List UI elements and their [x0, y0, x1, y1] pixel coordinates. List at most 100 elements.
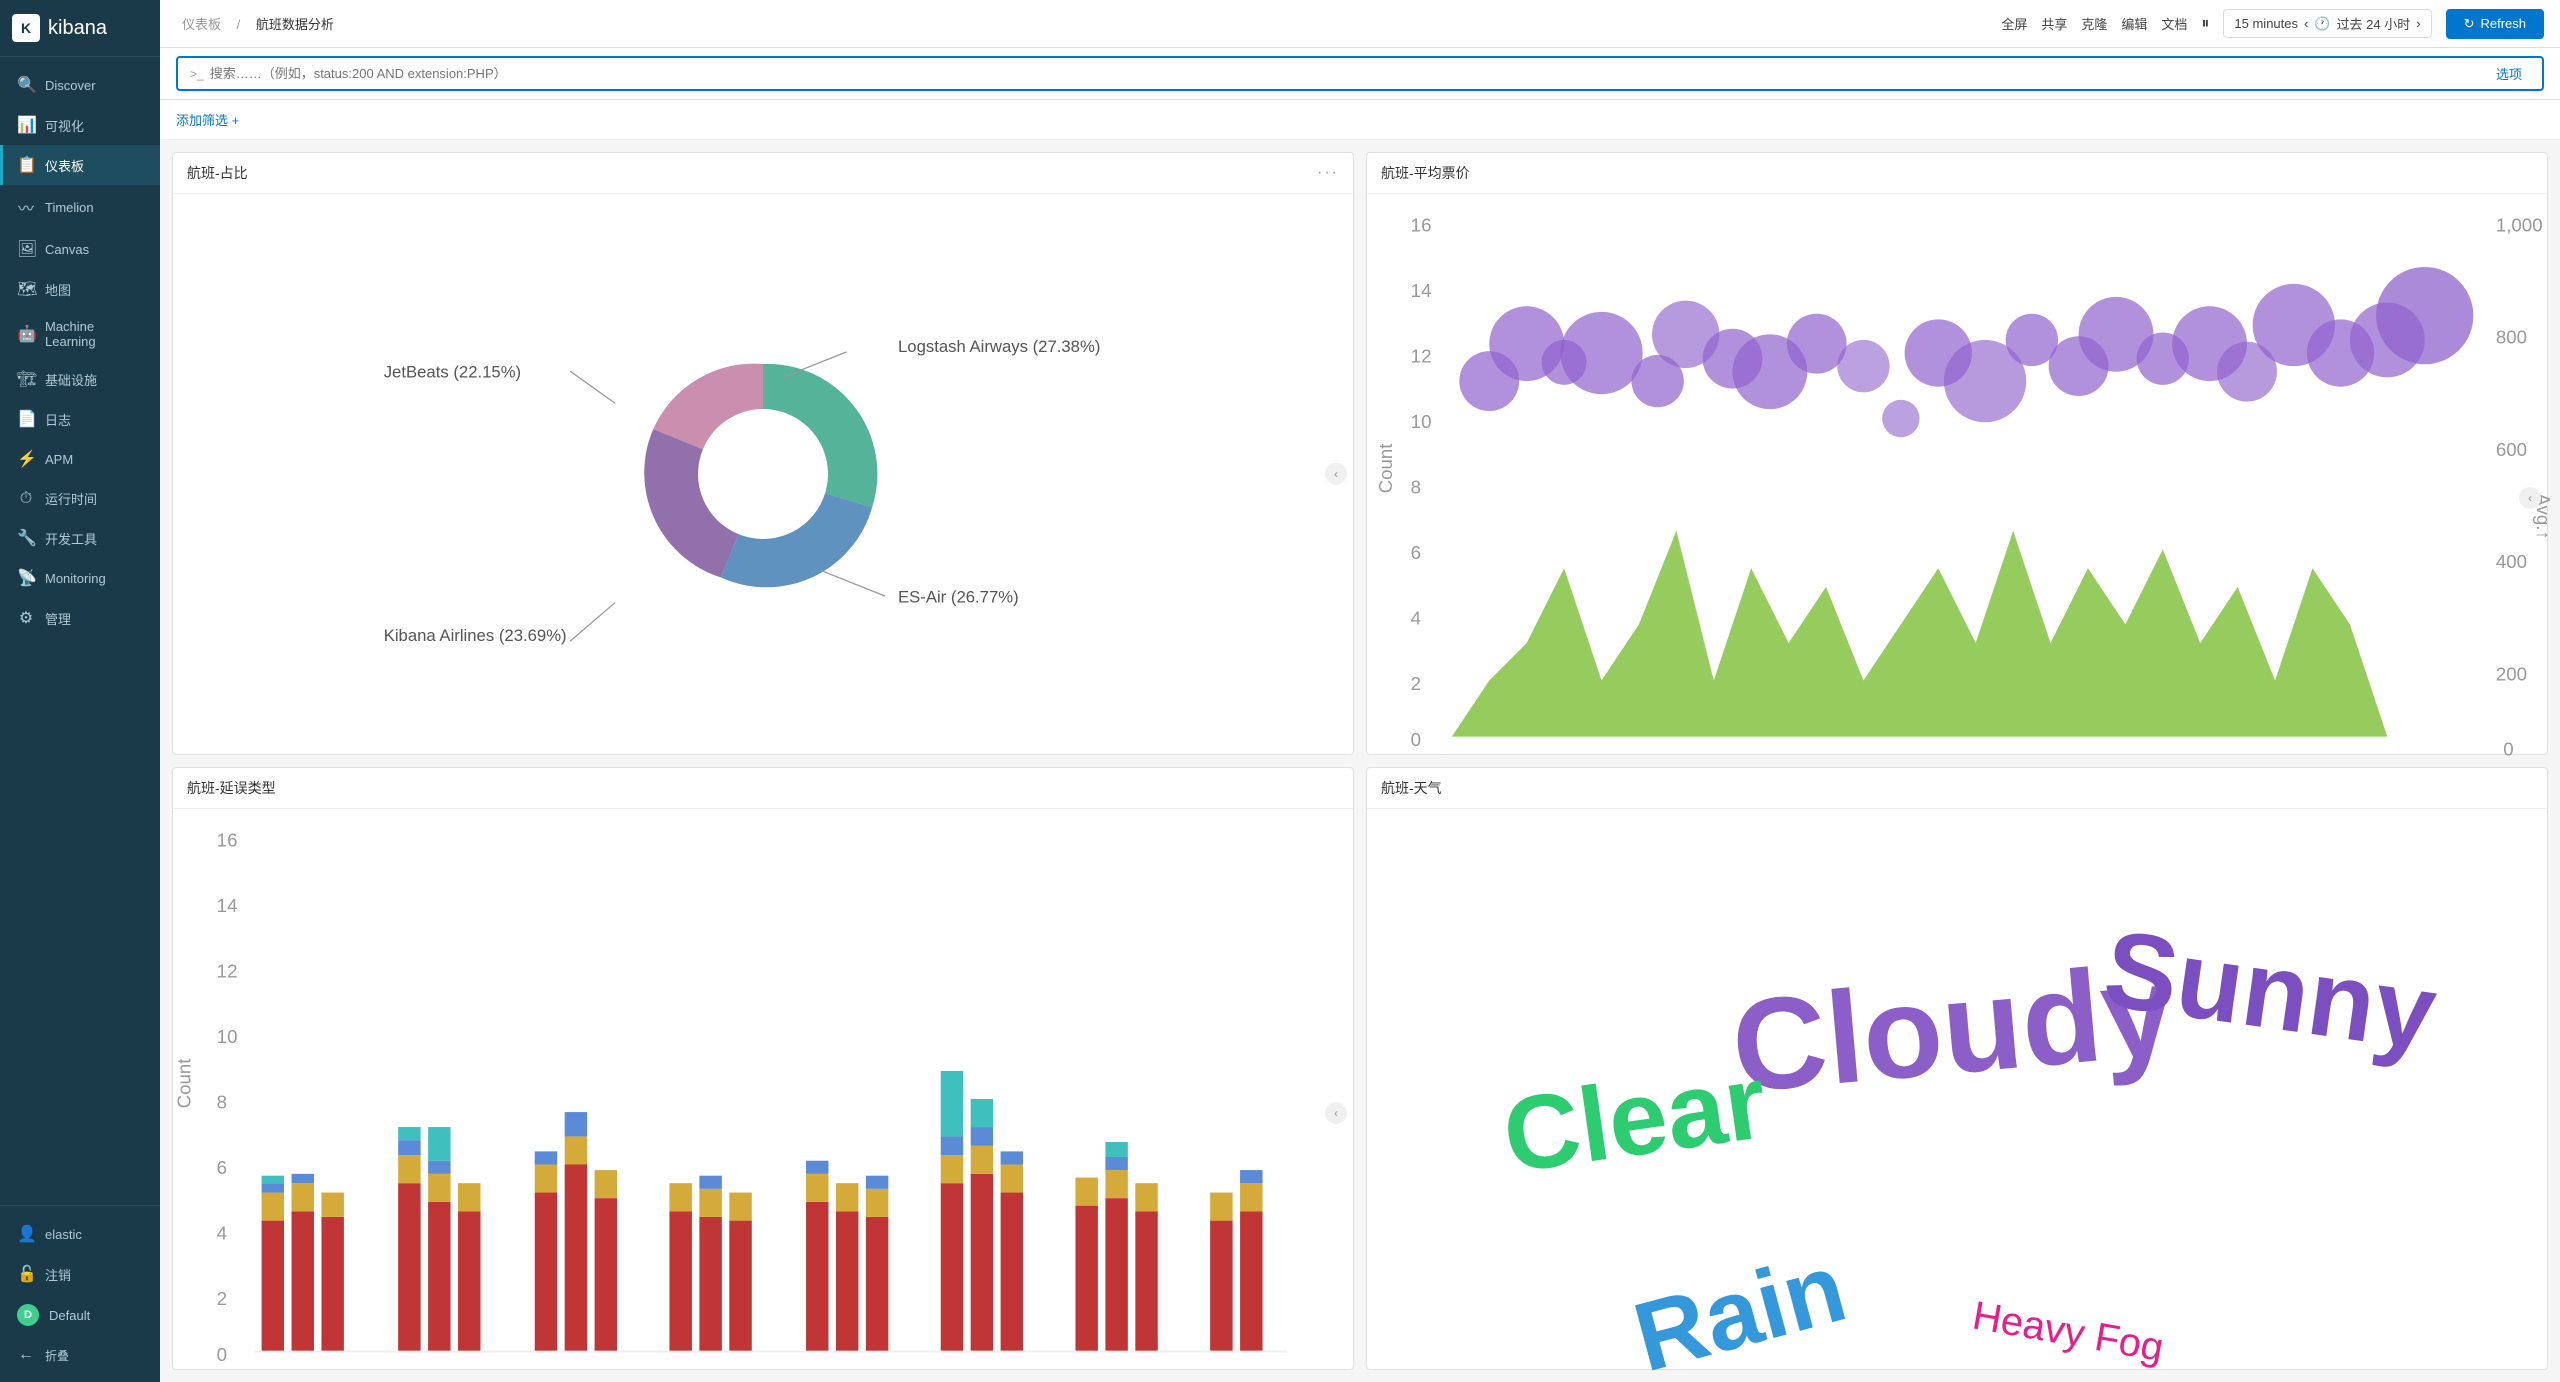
bar-chart-svg: 16 14 12 10 8 6 4 2 0 Count	[183, 809, 1343, 1382]
breadcrumb-current: 航班数据分析	[256, 17, 334, 32]
search-input[interactable]	[210, 66, 2496, 81]
collapse-icon: ←	[17, 1346, 35, 1364]
bar-group-02a	[806, 1161, 828, 1352]
sidebar: K kibana 🔍 Discover 📊 可视化 📋 仪表板 〰 Timeli…	[0, 0, 160, 1382]
sidebar-collapse[interactable]: ← 折叠	[0, 1336, 160, 1374]
sidebar-item-infra[interactable]: 🏗 基础设施	[0, 359, 160, 399]
monitoring-icon: 📡	[17, 568, 35, 588]
panel-weather: 航班-天气 Cloudy Sunny Clear Rain Heavy Fog	[1366, 767, 2548, 1370]
sidebar-item-dashboard[interactable]: 📋 仪表板	[0, 145, 160, 185]
sidebar-bottom: 👤 elastic 🔓 注销 D Default ← 折叠	[0, 1205, 160, 1382]
sidebar-item-apm[interactable]: ⚡ APM	[0, 439, 160, 479]
kibana-logo-text: kibana	[48, 17, 107, 40]
time-range-selector[interactable]: 15 minutes ‹ 🕐 过去 24 小时 ›	[2223, 9, 2431, 38]
management-icon: ⚙	[17, 608, 35, 628]
word-heavyfog: Heavy Fog	[1969, 1293, 2166, 1370]
panel-donut-title: 航班-占比	[187, 163, 248, 183]
docs-button[interactable]: 文档	[2161, 14, 2187, 33]
label-esair: ES-Air (26.77%)	[898, 588, 1019, 607]
time-range-label: 15 minutes	[2234, 16, 2298, 31]
search-input-wrap[interactable]: >_ 选项	[176, 56, 2544, 91]
time-nav-next[interactable]: ›	[2416, 16, 2420, 31]
time-nav-prev[interactable]: ‹	[2304, 16, 2308, 31]
sidebar-logout[interactable]: 🔓 注销	[0, 1254, 160, 1294]
svg-text:6: 6	[1411, 542, 1421, 563]
svg-text:16: 16	[1411, 214, 1432, 235]
sidebar-label-monitoring: Monitoring	[45, 571, 106, 586]
panel-bubble-header: 航班-平均票价	[1367, 153, 2547, 194]
refresh-label: Refresh	[2480, 16, 2526, 31]
sidebar-default[interactable]: D Default	[0, 1294, 160, 1336]
sidebar-item-canvas[interactable]: 🖼 Canvas	[0, 229, 160, 269]
sidebar-item-monitoring[interactable]: 📡 Monitoring	[0, 558, 160, 598]
bar-group-17a	[398, 1127, 420, 1352]
svg-text:0: 0	[217, 1344, 227, 1365]
sidebar-nav: 🔍 Discover 📊 可视化 📋 仪表板 〰 Timelion 🖼 Canv…	[0, 57, 160, 1205]
user-icon: 👤	[17, 1224, 35, 1244]
svg-text:4: 4	[1411, 607, 1421, 628]
svg-text:0: 0	[1411, 729, 1421, 750]
sidebar-item-management[interactable]: ⚙ 管理	[0, 598, 160, 638]
fullscreen-button[interactable]: 全屏	[2001, 14, 2027, 33]
sidebar-item-uptime[interactable]: ⏱ 运行时间	[0, 479, 160, 518]
panel-bubble-title: 航班-平均票价	[1381, 163, 1470, 183]
maps-icon: 🗺	[17, 279, 35, 299]
label-logstash: Logstash Airways (27.38%)	[898, 337, 1100, 356]
bar-group-08c	[1135, 1183, 1157, 1351]
pause-button[interactable]: ⏸	[2201, 15, 2209, 33]
donut-chart-container: Logstash Airways (27.38%) ES-Air (26.77%…	[183, 204, 1343, 744]
svg-text:10: 10	[1411, 411, 1432, 432]
sidebar-label-visualize: 可视化	[45, 116, 84, 135]
panel-donut-menu[interactable]: ···	[1317, 164, 1339, 182]
sidebar-item-maps[interactable]: 🗺 地图	[0, 269, 160, 309]
panel-donut: 航班-占比 ···	[172, 152, 1354, 755]
panel-donut-nav[interactable]: ‹	[1325, 463, 1347, 485]
bar-group-23a	[669, 1183, 691, 1351]
panel-bubble-body: 16 14 12 10 8 6 4 2 0 1,000 800 600 400 …	[1367, 194, 2547, 803]
dashboard-icon: 📋	[17, 155, 35, 175]
sidebar-item-visualize[interactable]: 📊 可视化	[0, 105, 160, 145]
logs-icon: 📄	[17, 409, 35, 429]
svg-text:6: 6	[217, 1157, 227, 1178]
word-clear: Clear	[1497, 1043, 1774, 1195]
panel-donut-body: Logstash Airways (27.38%) ES-Air (26.77%…	[173, 194, 1353, 754]
refresh-button[interactable]: ↻ Refresh	[2446, 9, 2544, 39]
timelion-icon: 〰	[17, 195, 35, 219]
bar-group-05a	[941, 1071, 963, 1352]
sidebar-item-ml[interactable]: 🤖 Machine Learning	[0, 309, 160, 359]
svg-text:14: 14	[1411, 280, 1432, 301]
sidebar-label-default: Default	[49, 1308, 90, 1323]
bar-group-2	[292, 1174, 314, 1352]
svg-text:12: 12	[217, 960, 238, 981]
bar-group-23b	[699, 1176, 721, 1352]
share-button[interactable]: 共享	[2041, 14, 2067, 33]
bar-group-23c	[729, 1193, 751, 1352]
sidebar-logo: K kibana	[0, 0, 160, 57]
sidebar-item-logs[interactable]: 📄 日志	[0, 399, 160, 439]
sidebar-user-elastic[interactable]: 👤 elastic	[0, 1214, 160, 1254]
bar-group-02b	[836, 1183, 858, 1351]
svg-text:0: 0	[2503, 738, 2513, 759]
sidebar-label-devtools: 开发工具	[45, 529, 97, 548]
ml-icon: 🤖	[17, 324, 35, 344]
panel-bubble-nav[interactable]: ‹	[2519, 487, 2541, 509]
bar-group-3	[321, 1193, 343, 1352]
bar-group-17c	[458, 1183, 480, 1351]
search-options[interactable]: 选项	[2496, 64, 2522, 83]
sidebar-item-timelion[interactable]: 〰 Timelion	[0, 185, 160, 229]
discover-icon: 🔍	[17, 75, 35, 95]
clone-button[interactable]: 克隆	[2081, 14, 2107, 33]
sidebar-item-devtools[interactable]: 🔧 开发工具	[0, 518, 160, 558]
panel-bar-nav[interactable]: ‹	[1325, 1102, 1347, 1124]
add-filter-button[interactable]: 添加筛选 +	[176, 106, 2544, 133]
label-jetbeats: JetBeats (22.15%)	[384, 363, 521, 382]
edit-button[interactable]: 编辑	[2121, 14, 2147, 33]
sidebar-label-management: 管理	[45, 609, 71, 628]
svg-text:200: 200	[2496, 663, 2527, 684]
breadcrumb-home[interactable]: 仪表板	[182, 17, 221, 32]
logout-icon: 🔓	[17, 1264, 35, 1284]
sidebar-label-canvas: Canvas	[45, 242, 89, 257]
svg-text:8: 8	[217, 1091, 227, 1112]
sidebar-label-infra: 基础设施	[45, 370, 97, 389]
sidebar-item-discover[interactable]: 🔍 Discover	[0, 65, 160, 105]
